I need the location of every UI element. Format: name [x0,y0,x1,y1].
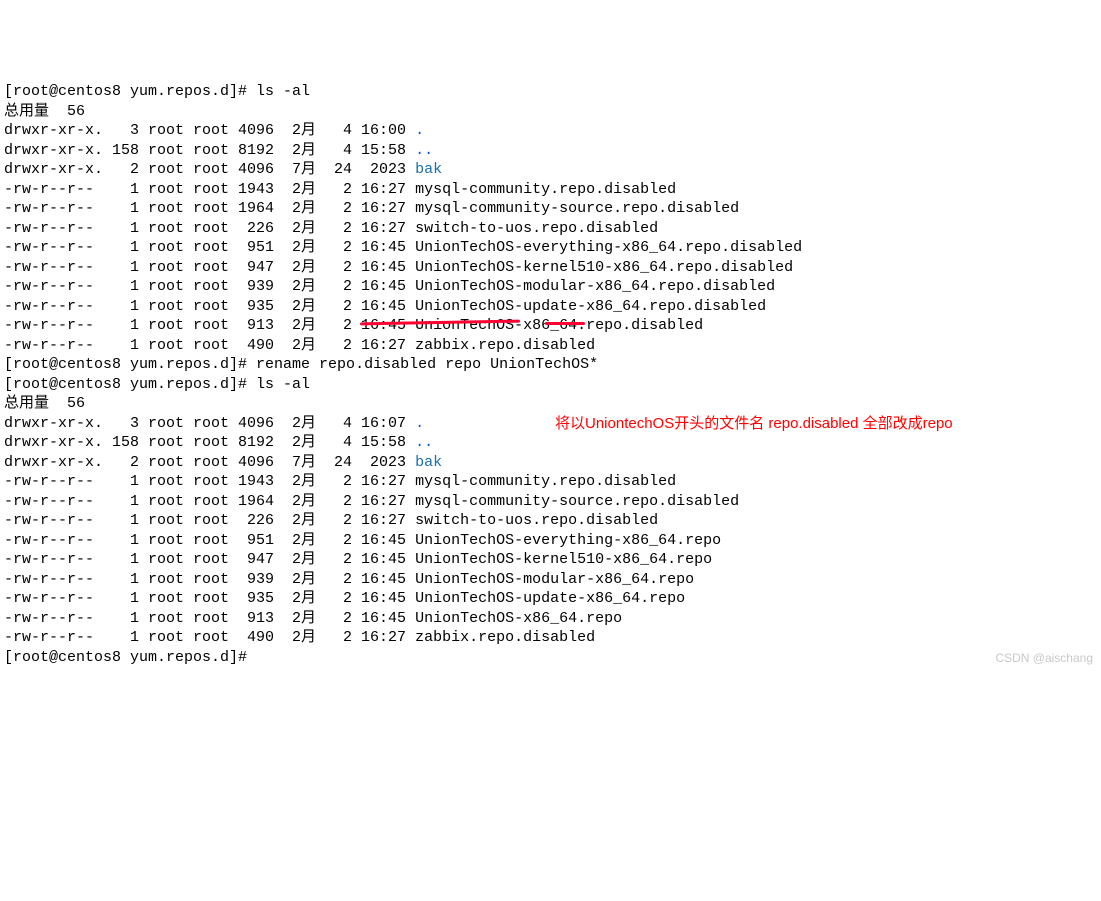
file-name: bak [415,454,442,471]
file-name: UnionTechOS-update-x86_64.repo [415,590,685,607]
file-name: bak [415,161,442,178]
file-name: UnionTechOS-modular-x86_64.repo [415,571,694,588]
command: ls -al [256,83,310,100]
ls-row: -rw-r--r-- 1 root root 935 2月 2 16:45 Un… [4,589,1097,609]
file-name: mysql-community-source.repo.disabled [415,493,739,510]
total-line: 总用量 56 [4,394,1097,414]
ls-row: -rw-r--r-- 1 root root 226 2月 2 16:27 sw… [4,219,1097,239]
command: rename repo.disabled repo UnionTechOS* [256,356,598,373]
file-name: UnionTechOS-x86_64.repo [415,610,622,627]
ls-row: drwxr-xr-x. 158 root root 8192 2月 4 15:5… [4,433,1097,453]
terminal-output[interactable]: [root@centos8 yum.repos.d]# ls -al总用量 56… [4,82,1097,667]
file-name: UnionTechOS-x86_64.repo.disabled [415,317,703,334]
prompt-line: [root@centos8 yum.repos.d]# [4,648,1097,668]
ls-row: -rw-r--r-- 1 root root 939 2月 2 16:45 Un… [4,570,1097,590]
command: ls -al [256,376,310,393]
file-name: UnionTechOS-kernel510-x86_64.repo.disabl… [415,259,793,276]
ls-row: drwxr-xr-x. 158 root root 8192 2月 4 15:5… [4,141,1097,161]
ls-row: -rw-r--r-- 1 root root 1943 2月 2 16:27 m… [4,180,1097,200]
ls-row: -rw-r--r-- 1 root root 951 2月 2 16:45 Un… [4,531,1097,551]
file-name: zabbix.repo.disabled [415,629,595,646]
ls-row: -rw-r--r-- 1 root root 951 2月 2 16:45 Un… [4,238,1097,258]
file-name: . [415,122,424,139]
file-name: UnionTechOS-kernel510-x86_64.repo [415,551,712,568]
underline-repo [545,322,585,325]
file-name: UnionTechOS-everything-x86_64.repo [415,532,721,549]
file-name: .. [415,142,433,159]
file-name: switch-to-uos.repo.disabled [415,512,658,529]
file-name: mysql-community.repo.disabled [415,181,676,198]
file-name: mysql-community.repo.disabled [415,473,676,490]
shell-prompt: [root@centos8 yum.repos.d]# [4,376,256,393]
file-name: UnionTechOS-update-x86_64.repo.disabled [415,298,766,315]
shell-prompt: [root@centos8 yum.repos.d]# [4,649,256,666]
ls-row: -rw-r--r-- 1 root root 1964 2月 2 16:27 m… [4,199,1097,219]
ls-row: -rw-r--r-- 1 root root 226 2月 2 16:27 sw… [4,511,1097,531]
ls-row: -rw-r--r-- 1 root root 490 2月 2 16:27 za… [4,336,1097,356]
prompt-line: [root@centos8 yum.repos.d]# ls -al [4,375,1097,395]
ls-row: -rw-r--r-- 1 root root 935 2月 2 16:45 Un… [4,297,1097,317]
ls-row: drwxr-xr-x. 2 root root 4096 7月 24 2023 … [4,160,1097,180]
file-name: zabbix.repo.disabled [415,337,595,354]
ls-row: -rw-r--r-- 1 root root 1943 2月 2 16:27 m… [4,472,1097,492]
watermark: CSDN @aischang [995,651,1093,667]
ls-row: drwxr-xr-x. 3 root root 4096 2月 4 16:00 … [4,121,1097,141]
total-line: 总用量 56 [4,102,1097,122]
file-name: UnionTechOS-everything-x86_64.repo.disab… [415,239,802,256]
ls-row: drwxr-xr-x. 2 root root 4096 7月 24 2023 … [4,453,1097,473]
shell-prompt: [root@centos8 yum.repos.d]# [4,356,256,373]
ls-row: -rw-r--r-- 1 root root 947 2月 2 16:45 Un… [4,550,1097,570]
ls-row: -rw-r--r-- 1 root root 913 2月 2 16:45 Un… [4,316,1097,336]
ls-row: -rw-r--r-- 1 root root 939 2月 2 16:45 Un… [4,277,1097,297]
ls-row: -rw-r--r-- 1 root root 1964 2月 2 16:27 m… [4,492,1097,512]
file-name: mysql-community-source.repo.disabled [415,200,739,217]
file-name: . [415,415,424,432]
file-name: switch-to-uos.repo.disabled [415,220,658,237]
shell-prompt: [root@centos8 yum.repos.d]# [4,83,256,100]
annotation-text: 将以UniontechOS开头的文件名 repo.disabled 全部改成re… [555,414,953,434]
prompt-line: [root@centos8 yum.repos.d]# ls -al [4,82,1097,102]
ls-row: -rw-r--r-- 1 root root 913 2月 2 16:45 Un… [4,609,1097,629]
ls-row: -rw-r--r-- 1 root root 947 2月 2 16:45 Un… [4,258,1097,278]
prompt-line: [root@centos8 yum.repos.d]# rename repo.… [4,355,1097,375]
file-name: UnionTechOS-modular-x86_64.repo.disabled [415,278,775,295]
ls-row: -rw-r--r-- 1 root root 490 2月 2 16:27 za… [4,628,1097,648]
file-name: .. [415,434,433,451]
